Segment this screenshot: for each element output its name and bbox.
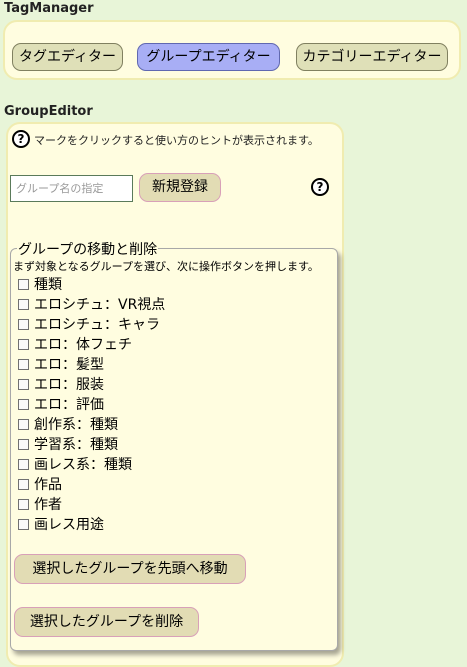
group-label: 作品 <box>34 477 62 493</box>
group-checkbox[interactable] <box>18 338 29 350</box>
group-checkbox[interactable] <box>18 278 29 290</box>
group-list-item[interactable]: エロ：評価 <box>18 395 104 413</box>
group-list-item[interactable]: 種類 <box>18 275 62 293</box>
group-list-item[interactable]: エロシチュ：VR視点 <box>18 295 165 313</box>
group-checkbox[interactable] <box>18 418 29 430</box>
group-checkbox[interactable] <box>18 478 29 490</box>
tagmanager-title: TagManager <box>4 1 94 16</box>
move-delete-legend: グループの移動と削除 <box>17 239 159 259</box>
group-label: エロ：髪型 <box>34 357 104 373</box>
delete-group-button[interactable]: 選択したグループを削除 <box>14 607 199 637</box>
group-label: 画レス用途 <box>34 517 104 533</box>
register-button[interactable]: 新規登録 <box>139 173 221 202</box>
group-label: エロ：評価 <box>34 397 104 413</box>
tab-category-editor[interactable]: カテゴリーエディター <box>296 43 448 71</box>
group-label: 創作系：種類 <box>34 417 118 433</box>
groupeditor-title: GroupEditor <box>4 104 93 119</box>
group-list-item[interactable]: エロ：髪型 <box>18 355 104 373</box>
group-label: エロ：服装 <box>34 377 104 393</box>
group-list-item[interactable]: 作者 <box>18 495 62 513</box>
group-list-item[interactable]: 学習系：種類 <box>18 435 118 453</box>
group-label: エロシチュ：キャラ <box>34 317 160 333</box>
group-checkbox[interactable] <box>18 458 29 470</box>
group-list-item[interactable]: 画レス系：種類 <box>18 455 132 473</box>
tab-tag-editor[interactable]: タグエディター <box>12 43 123 71</box>
group-label: 種類 <box>34 277 62 293</box>
group-checkbox[interactable] <box>18 358 29 370</box>
group-list-item[interactable]: 創作系：種類 <box>18 415 118 433</box>
group-label: エロシチュ：VR視点 <box>34 297 166 313</box>
group-label: エロ：体フェチ <box>34 337 132 353</box>
group-label: 学習系：種類 <box>34 437 118 453</box>
group-name-input[interactable] <box>10 175 133 202</box>
tab-group-editor[interactable]: グループエディター <box>137 43 280 71</box>
group-checkbox[interactable] <box>18 298 29 310</box>
group-label: 画レス系：種類 <box>34 457 132 473</box>
group-checkbox[interactable] <box>18 398 29 410</box>
group-list-item[interactable]: エロシチュ：キャラ <box>18 315 160 333</box>
group-list-item[interactable]: 画レス用途 <box>18 515 104 533</box>
group-checkbox[interactable] <box>18 318 29 330</box>
group-list-item[interactable]: 作品 <box>18 475 62 493</box>
group-checkbox[interactable] <box>18 438 29 450</box>
group-list-item[interactable]: エロ：服装 <box>18 375 104 393</box>
group-checkbox[interactable] <box>18 518 29 530</box>
group-label: 作者 <box>34 497 62 513</box>
group-list-item[interactable]: エロ：体フェチ <box>18 335 132 353</box>
group-checkbox[interactable] <box>18 378 29 390</box>
group-checkbox[interactable] <box>18 498 29 510</box>
move-delete-instruction: まず対象となるグループを選び、次に操作ボタンを押します。 <box>13 260 319 273</box>
move-to-top-button[interactable]: 選択したグループを先頭へ移動 <box>14 554 246 584</box>
help-icon[interactable]: ? <box>311 178 329 196</box>
hint-text: マークをクリックすると使い方のヒントが表示されます。 <box>34 134 319 147</box>
tagmanager-tabs-panel: タグエディター グループエディター カテゴリーエディター <box>3 20 461 80</box>
help-icon[interactable]: ? <box>12 130 30 148</box>
